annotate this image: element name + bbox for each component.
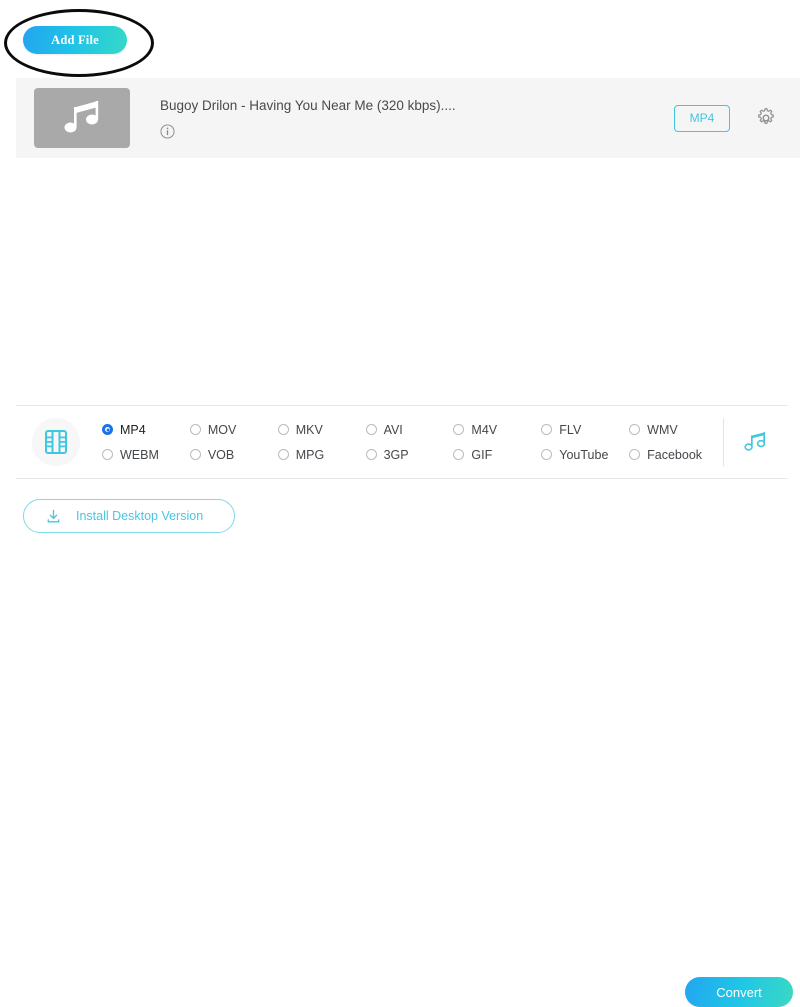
download-icon — [44, 507, 62, 525]
file-settings-button[interactable] — [754, 106, 778, 130]
radio-mark-icon — [102, 424, 113, 435]
format-radio-mpg[interactable]: MPG — [277, 447, 366, 462]
add-file-label: Add File — [51, 32, 99, 47]
file-name: Bugoy Drilon - Having You Near Me (320 k… — [160, 97, 456, 113]
format-label: WEBM — [120, 447, 159, 462]
format-label: MOV — [207, 422, 237, 437]
radio-mark-icon — [453, 424, 465, 435]
empty-drop-area — [0, 158, 800, 405]
format-radio-youtube[interactable]: YouTube — [541, 448, 629, 462]
file-output-format-button[interactable]: MP4 — [674, 104, 730, 132]
format-label: MPG — [295, 447, 325, 462]
output-format-panel: MP4 MOV MKV AVI M4V FLV WMV WEBM VOB MPG… — [16, 406, 788, 478]
radio-mark-icon — [277, 424, 289, 435]
format-radio-group: MP4 MOV MKV AVI M4V FLV WMV WEBM VOB MPG… — [102, 423, 717, 462]
format-label: VOB — [207, 447, 235, 462]
format-label: AVI — [383, 422, 403, 437]
film-strip-icon — [45, 430, 67, 454]
radio-mark-icon — [629, 449, 641, 460]
format-label: MP4 — [120, 422, 146, 437]
music-note-icon — [64, 101, 99, 133]
format-label: 3GP — [383, 447, 409, 462]
format-radio-mov[interactable]: MOV — [189, 422, 278, 437]
format-label: M4V — [471, 422, 498, 437]
top-toolbar: Add File — [0, 0, 800, 77]
radio-mark-icon — [277, 449, 289, 460]
radio-mark-icon — [189, 449, 201, 460]
format-radio-avi[interactable]: AVI — [365, 422, 454, 437]
format-radio-m4v[interactable]: M4V — [453, 423, 541, 437]
format-radio-wmv[interactable]: WMV — [629, 423, 717, 437]
format-radio-3gp[interactable]: 3GP — [365, 447, 454, 462]
file-output-format-label: MP4 — [689, 111, 715, 125]
format-radio-vob[interactable]: VOB — [189, 447, 278, 462]
radio-mark-icon — [189, 424, 201, 435]
music-note-icon — [744, 432, 766, 451]
video-formats-tab[interactable] — [32, 418, 80, 466]
bottom-toolbar: Install Desktop Version Convert — [0, 479, 800, 1007]
install-desktop-version-label: Install Desktop Version — [76, 509, 204, 523]
format-radio-flv[interactable]: FLV — [541, 423, 629, 437]
convert-button[interactable]: Convert — [685, 977, 793, 1007]
format-label: FLV — [559, 422, 582, 437]
radio-mark-icon — [541, 449, 553, 460]
format-label: WMV — [647, 422, 678, 437]
file-details: Bugoy Drilon - Having You Near Me (320 k… — [160, 97, 674, 140]
info-icon[interactable] — [160, 124, 175, 139]
file-list-item[interactable]: Bugoy Drilon - Having You Near Me (320 k… — [16, 78, 800, 158]
format-label: YouTube — [559, 447, 609, 462]
add-file-button[interactable]: Add File — [23, 26, 127, 54]
audio-formats-tab[interactable] — [724, 418, 788, 466]
radio-mark-icon — [629, 424, 641, 435]
radio-mark-icon — [365, 449, 377, 460]
format-radio-gif[interactable]: GIF — [453, 448, 541, 462]
convert-label: Convert — [716, 984, 762, 1000]
radio-mark-icon — [453, 449, 465, 460]
format-radio-webm[interactable]: WEBM — [102, 448, 190, 462]
format-radio-facebook[interactable]: Facebook — [629, 448, 717, 462]
format-label: MKV — [295, 422, 323, 437]
format-radio-mkv[interactable]: MKV — [277, 422, 366, 437]
radio-mark-icon — [541, 424, 553, 435]
radio-mark-icon — [102, 449, 113, 460]
radio-mark-icon — [365, 424, 377, 435]
file-thumbnail — [34, 88, 130, 148]
format-radio-mp4[interactable]: MP4 — [102, 423, 190, 437]
gear-icon — [758, 108, 774, 124]
install-desktop-version-button[interactable]: Install Desktop Version — [23, 499, 235, 533]
format-label: GIF — [471, 447, 493, 462]
format-label: Facebook — [647, 447, 703, 462]
